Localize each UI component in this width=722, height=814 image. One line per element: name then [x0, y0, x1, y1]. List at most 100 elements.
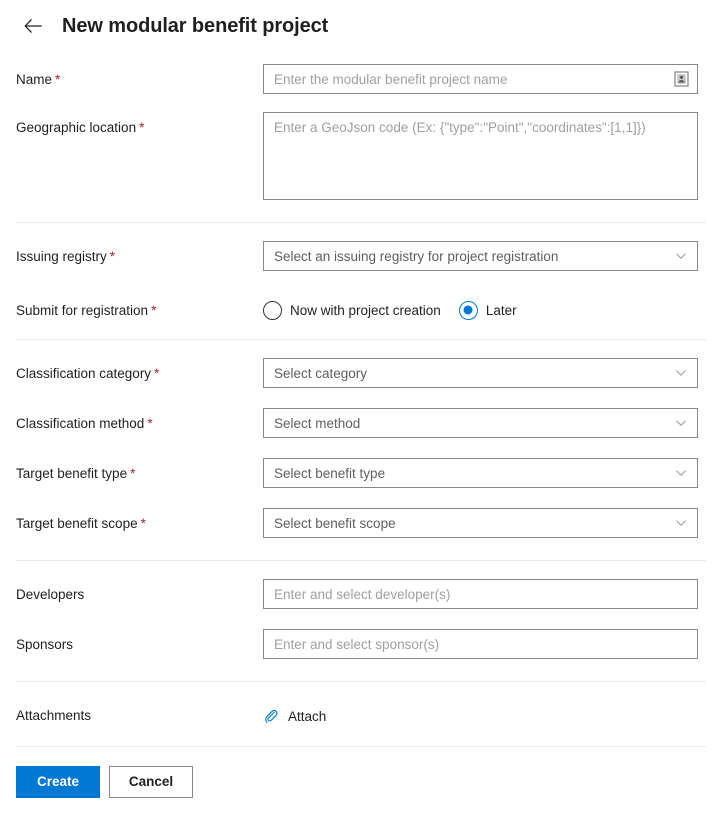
chevron-down-icon: [675, 367, 687, 379]
chevron-down-icon: [675, 250, 687, 262]
field-row-classification-method: Classification method * Select method: [0, 408, 722, 440]
cancel-button[interactable]: Cancel: [109, 766, 193, 798]
target-benefit-type-value: Select benefit type: [274, 465, 386, 481]
create-button[interactable]: Create: [16, 766, 100, 798]
back-button[interactable]: [18, 11, 48, 41]
label-name-text: Name: [16, 72, 53, 87]
required-indicator: *: [154, 366, 160, 381]
radio-mark-selected: [458, 300, 478, 320]
control-submit-for-registration: Now with project creation Later: [263, 295, 698, 325]
chevron-down-icon: [675, 417, 687, 429]
label-classification-method: Classification method *: [16, 408, 263, 433]
id-badge-icon[interactable]: [671, 69, 691, 89]
chevron-down-icon: [675, 467, 687, 479]
attach-label: Attach: [288, 708, 327, 724]
radio-label-now: Now with project creation: [290, 302, 441, 318]
project-form: Name* Geographic location*: [0, 64, 722, 798]
field-row-sponsors: Sponsors: [0, 629, 722, 661]
sponsors-input[interactable]: [263, 629, 698, 659]
classification-method-dropdown[interactable]: Select method: [263, 408, 698, 438]
label-target-benefit-scope-text: Target benefit scope: [16, 516, 138, 531]
label-issuing-registry: Issuing registry *: [16, 241, 263, 266]
chevron-down-icon: [675, 517, 687, 529]
control-sponsors: [263, 629, 698, 659]
required-indicator: *: [147, 416, 153, 431]
label-developers: Developers: [16, 579, 263, 604]
required-indicator: *: [55, 72, 61, 87]
field-row-developers: Developers: [0, 579, 722, 611]
classification-method-value: Select method: [274, 415, 361, 431]
geographic-location-textarea[interactable]: [263, 112, 698, 200]
label-classification-category-text: Classification category: [16, 366, 152, 381]
control-target-benefit-type: Select benefit type: [263, 458, 698, 488]
section-divider: [16, 746, 706, 747]
name-input[interactable]: [263, 64, 698, 94]
target-benefit-type-dropdown[interactable]: Select benefit type: [263, 458, 698, 488]
control-issuing-registry: Select an issuing registry for project r…: [263, 241, 698, 271]
control-name: [263, 64, 698, 94]
control-classification-category: Select category: [263, 358, 698, 388]
paperclip-icon: [263, 708, 279, 724]
field-row-attachments: Attachments Attach: [0, 700, 722, 732]
radio-option-now-with-project-creation[interactable]: Now with project creation: [263, 300, 441, 320]
label-name: Name *: [16, 64, 263, 89]
issuing-registry-value: Select an issuing registry for project r…: [274, 248, 559, 264]
label-target-benefit-scope: Target benefit scope *: [16, 508, 263, 533]
label-classification-category: Classification category *: [16, 358, 263, 383]
field-row-name: Name *: [0, 64, 722, 96]
label-geographic-location-text: Geographic location: [16, 120, 137, 135]
label-sponsors-text: Sponsors: [16, 637, 74, 652]
target-benefit-scope-dropdown[interactable]: Select benefit scope: [263, 508, 698, 538]
issuing-registry-dropdown[interactable]: Select an issuing registry for project r…: [263, 241, 698, 271]
label-developers-text: Developers: [16, 587, 85, 602]
page-title: New modular benefit project: [62, 14, 329, 37]
control-geographic-location: [263, 112, 698, 200]
control-classification-method: Select method: [263, 408, 698, 438]
required-indicator: *: [151, 303, 157, 318]
control-developers: [263, 579, 698, 609]
attach-button[interactable]: Attach: [263, 700, 326, 730]
label-issuing-registry-text: Issuing registry: [16, 249, 107, 264]
required-indicator: *: [130, 466, 136, 481]
label-attachments: Attachments: [16, 700, 263, 725]
control-attachments: Attach: [263, 700, 698, 730]
classification-category-value: Select category: [274, 365, 368, 381]
required-indicator: *: [139, 120, 145, 135]
submit-for-registration-radio-group: Now with project creation Later: [263, 295, 698, 325]
arrow-left-icon: [22, 15, 44, 37]
label-submit-for-registration-text: Submit for registration: [16, 303, 149, 318]
label-sponsors: Sponsors: [16, 629, 263, 654]
developers-input[interactable]: [263, 579, 698, 609]
field-row-submit-for-registration: Submit for registration * Now with projec…: [0, 295, 722, 327]
radio-label-later: Later: [485, 302, 517, 318]
page-header: New modular benefit project: [0, 2, 722, 50]
field-row-geographic-location: Geographic location *: [0, 112, 722, 200]
field-row-target-benefit-scope: Target benefit scope * Select benefit sco…: [0, 508, 722, 540]
label-target-benefit-type: Target benefit type *: [16, 458, 263, 483]
control-target-benefit-scope: Select benefit scope: [263, 508, 698, 538]
field-row-target-benefit-type: Target benefit type * Select benefit type: [0, 458, 722, 490]
label-classification-method-text: Classification method: [16, 416, 145, 431]
target-benefit-scope-value: Select benefit scope: [274, 515, 396, 531]
label-attachments-text: Attachments: [16, 708, 92, 723]
required-indicator: *: [109, 249, 116, 264]
radio-option-later[interactable]: Later: [458, 300, 517, 320]
label-geographic-location: Geographic location *: [16, 112, 263, 137]
field-row-classification-category: Classification category * Select category: [0, 358, 722, 390]
radio-mark-unselected: [263, 300, 282, 320]
form-actions: Create Cancel: [0, 766, 722, 798]
classification-category-dropdown[interactable]: Select category: [263, 358, 698, 388]
